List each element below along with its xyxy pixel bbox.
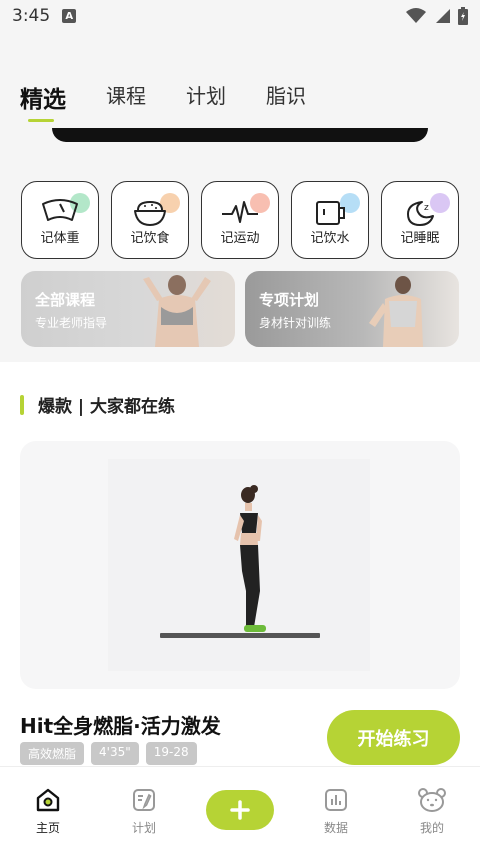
nav-label: 主页 bbox=[35, 821, 60, 835]
quick-label: 记体重 bbox=[40, 231, 80, 246]
tab-courses[interactable]: 课程 bbox=[106, 80, 146, 114]
bottom-nav: 主页 计划 数据 我的 bbox=[0, 766, 480, 853]
fitness-model-image bbox=[369, 276, 423, 347]
log-diet-button[interactable]: 记饮食 bbox=[111, 181, 189, 259]
rice-bowl-icon bbox=[134, 200, 166, 226]
tag-duration: 4'35" bbox=[91, 742, 139, 765]
top-tabs: 精选 课程 计划 脂识 bbox=[20, 80, 346, 122]
status-bar: 3:45 A bbox=[0, 0, 480, 32]
nav-label: 我的 bbox=[419, 821, 444, 835]
quick-label: 记睡眠 bbox=[400, 231, 440, 246]
course-subtitle: 专业老师指导 bbox=[35, 316, 108, 330]
log-sleep-button[interactable]: z 记睡眠 bbox=[381, 181, 459, 259]
svg-text:z: z bbox=[424, 203, 429, 213]
notification-a-icon: A bbox=[62, 9, 77, 23]
section-accent-bar bbox=[20, 394, 24, 415]
workout-video-card[interactable] bbox=[20, 441, 460, 689]
battery-icon bbox=[458, 7, 468, 25]
tab-featured[interactable]: 精选 bbox=[20, 80, 66, 122]
nav-profile[interactable]: 我的 bbox=[384, 767, 480, 853]
signal-icon bbox=[436, 9, 450, 23]
log-weight-button[interactable]: 记体重 bbox=[21, 181, 99, 259]
tab-fat-knowledge[interactable]: 脂识 bbox=[266, 80, 306, 114]
yoga-mat bbox=[160, 633, 320, 638]
nav-plan[interactable]: 计划 bbox=[96, 767, 192, 853]
special-plan-card[interactable]: 专项计划 身材针对训练 bbox=[245, 271, 459, 347]
scale-icon bbox=[42, 199, 78, 221]
plus-icon bbox=[230, 800, 250, 820]
workout-title: Hit全身燃脂·活力激发 bbox=[20, 714, 221, 738]
log-exercise-button[interactable]: 记运动 bbox=[201, 181, 279, 259]
nav-label: 计划 bbox=[131, 821, 156, 835]
status-time: 3:45 bbox=[12, 6, 51, 26]
home-icon bbox=[36, 788, 60, 812]
workout-model-image bbox=[234, 485, 266, 632]
nav-label: 数据 bbox=[323, 821, 348, 835]
tab-plans[interactable]: 计划 bbox=[186, 80, 226, 114]
moon-icon: z bbox=[407, 201, 434, 226]
section-header: 爆款 | 大家都在练 bbox=[20, 392, 175, 417]
plan-icon bbox=[133, 789, 155, 811]
quick-label: 记运动 bbox=[220, 231, 260, 246]
wifi-icon bbox=[406, 8, 426, 23]
nav-home[interactable]: 主页 bbox=[0, 767, 96, 853]
quick-actions: 记体重 记饮食 记运动 记饮水 z 记睡眠 bbox=[21, 181, 459, 259]
workout-tags: 高效燃脂 4'35" 19-28 bbox=[20, 742, 197, 765]
quick-label: 记饮食 bbox=[130, 231, 170, 246]
course-title: 全部课程 bbox=[35, 291, 96, 309]
heartbeat-icon bbox=[222, 201, 258, 223]
status-icons bbox=[406, 7, 468, 25]
add-button[interactable] bbox=[206, 790, 274, 830]
nav-data[interactable]: 数据 bbox=[288, 767, 384, 853]
quick-label: 记饮水 bbox=[310, 231, 350, 246]
bear-face-icon bbox=[418, 788, 446, 812]
fitness-model-image bbox=[143, 275, 211, 347]
tag-calories: 19-28 bbox=[145, 742, 197, 765]
chart-icon bbox=[325, 789, 347, 811]
cup-icon bbox=[316, 201, 345, 225]
banner-carousel[interactable] bbox=[52, 128, 428, 142]
course-title: 专项计划 bbox=[259, 291, 320, 309]
section-title: 爆款 | 大家都在练 bbox=[38, 397, 176, 417]
log-water-button[interactable]: 记饮水 bbox=[291, 181, 369, 259]
all-courses-card[interactable]: 全部课程 专业老师指导 bbox=[21, 271, 235, 347]
course-subtitle: 身材针对训练 bbox=[259, 316, 332, 330]
start-practice-button[interactable]: 开始练习 bbox=[327, 710, 460, 765]
nav-add[interactable] bbox=[192, 767, 288, 853]
tag-label: 高效燃脂 bbox=[20, 742, 85, 765]
course-cards: 全部课程 专业老师指导 专项计划 身材针对训练 bbox=[21, 271, 459, 347]
